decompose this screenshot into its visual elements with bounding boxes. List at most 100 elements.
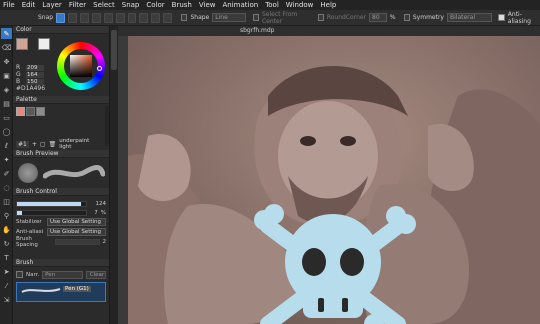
eraser-tool-icon[interactable]: ⌫ [1, 42, 12, 53]
canvas-tab-title[interactable]: sbgrfh.mdp [240, 27, 275, 34]
eyedropper-tool-icon[interactable]: ⁄ [1, 280, 12, 291]
color-panel: R 209 G 164 B 150 #D1A496 [13, 34, 109, 96]
hand-tool-icon[interactable]: ✋ [1, 224, 12, 235]
menu-snap[interactable]: Snap [122, 1, 140, 9]
bucket-tool-icon[interactable]: ◈ [1, 84, 12, 95]
brush-panel-title: Brush [13, 259, 109, 267]
brush-panel: Narr. Pen Clear Pen (G1) [13, 267, 109, 307]
fill-tool-icon[interactable]: ▣ [1, 70, 12, 81]
snap-cross-button[interactable] [79, 12, 89, 23]
snap-settings-button[interactable] [151, 12, 161, 23]
brush-spacing-value[interactable]: 2 [103, 239, 107, 245]
snap-circle-button[interactable] [115, 12, 125, 23]
foreground-color-swatch[interactable] [16, 38, 28, 50]
operation-tool-icon[interactable]: ➤ [1, 266, 12, 277]
rotate-tool-icon[interactable]: ↻ [1, 238, 12, 249]
snap-grid-button[interactable] [139, 12, 149, 23]
select-from-center-checkbox[interactable] [252, 14, 259, 21]
snap-extra-button[interactable] [163, 12, 173, 23]
canvas-artwork[interactable] [128, 36, 540, 324]
menu-select[interactable]: Select [93, 1, 115, 9]
palette-panel-title: Palette [13, 96, 109, 104]
left-panel-scrollbar[interactable] [110, 26, 118, 324]
menu-view[interactable]: View [199, 1, 216, 9]
round-corner-checkbox[interactable] [317, 14, 324, 21]
brush-clear-button[interactable]: Clear [86, 270, 106, 279]
palette-swatch[interactable] [36, 107, 45, 116]
menu-layer[interactable]: Layer [42, 1, 62, 9]
saturation-value-square[interactable] [70, 55, 92, 77]
color-wheel[interactable] [57, 42, 105, 90]
menu-window[interactable]: Window [286, 1, 314, 9]
symmetry-select[interactable]: Bilateral [447, 13, 493, 22]
background-color-swatch[interactable] [38, 38, 50, 50]
antialiasing-checkbox[interactable] [498, 14, 505, 21]
brush-size-slider[interactable] [16, 200, 87, 207]
brush-preview-panel [13, 158, 109, 188]
brush-list-item[interactable]: Pen (G1) [16, 282, 106, 302]
select-from-center-label: Select From Center [261, 10, 298, 25]
magic-wand-tool-icon[interactable]: ✦ [1, 154, 12, 165]
symmetry-checkbox[interactable] [403, 14, 410, 21]
narrow-checkbox[interactable] [16, 271, 23, 278]
snap-label: Snap [38, 14, 54, 21]
brush-tool-icon[interactable]: ✎ [1, 28, 12, 39]
b-input[interactable]: 150 [26, 78, 44, 85]
zoom-tool-icon[interactable]: ⚲ [1, 210, 12, 221]
narrow-label: Narr. [26, 271, 40, 278]
g-input[interactable]: 164 [26, 71, 44, 78]
snap-curve-button[interactable] [127, 12, 137, 23]
select-pen-tool-icon[interactable]: ✐ [1, 168, 12, 179]
brush-opacity-slider[interactable] [16, 209, 87, 216]
brush-opacity-value[interactable]: 7 [90, 210, 98, 216]
brush-tip-preview [18, 163, 38, 183]
brush-opacity-unit: % [100, 209, 106, 216]
palette-add-icon[interactable]: + [32, 141, 37, 148]
brush-preview-title: Brush Preview [13, 150, 109, 158]
brush-size-value[interactable]: 124 [90, 201, 107, 207]
g-label: G [16, 71, 21, 78]
snap-vanish-button[interactable] [91, 12, 101, 23]
shape-select[interactable]: Line [212, 13, 246, 22]
snap-parallel-button[interactable] [68, 12, 77, 23]
select-eraser-tool-icon[interactable]: ◌ [1, 182, 12, 193]
move-tool-icon[interactable]: ✥ [1, 56, 12, 67]
tool-column: ✎ ⌫ ✥ ▣ ◈ ▤ ▭ ◯ ℓ ✦ ✐ ◌ ◫ ⚲ ✋ ↻ T ➤ ⁄ ⇲ [0, 26, 13, 324]
antialias-select[interactable]: Use Global Setting [47, 228, 106, 236]
menu-color[interactable]: Color [146, 1, 164, 9]
palette-swatch[interactable] [26, 107, 35, 116]
snap-radial-button[interactable] [103, 12, 113, 23]
text-tool-icon[interactable]: T [1, 252, 12, 263]
scrollbar-thumb[interactable] [111, 30, 117, 70]
palette-swatch[interactable] [16, 107, 25, 116]
brush-stroke-preview [43, 165, 105, 179]
snap-off-button[interactable] [56, 12, 66, 23]
menu-filter[interactable]: Filter [69, 1, 86, 9]
divide-tool-icon[interactable]: ◫ [1, 196, 12, 207]
hex-value[interactable]: #D1A496 [16, 85, 45, 92]
shape-checkbox[interactable] [181, 14, 188, 21]
brush-spacing-slider[interactable] [55, 239, 100, 245]
menu-edit[interactable]: Edit [22, 1, 36, 9]
select-rect-tool-icon[interactable]: ▭ [1, 112, 12, 123]
brush-search-input[interactable]: Pen [42, 270, 83, 279]
gradient-tool-icon[interactable]: ▤ [1, 98, 12, 109]
menu-file[interactable]: File [3, 1, 15, 9]
layer-move-tool-icon[interactable]: ⇲ [1, 294, 12, 305]
canvas-area[interactable]: sbgrfh.mdp [118, 26, 540, 324]
palette-number-select[interactable]: #1 [16, 140, 29, 148]
menu-brush[interactable]: Brush [172, 1, 192, 9]
hue-marker[interactable] [97, 66, 102, 71]
menu-tool[interactable]: Tool [265, 1, 279, 9]
menu-animation[interactable]: Animation [223, 1, 259, 9]
brush-spacing-label: Brush Spacing [16, 236, 38, 248]
menu-help[interactable]: Help [320, 1, 336, 9]
palette-import-icon[interactable]: ▢ [40, 141, 46, 148]
palette-delete-icon[interactable]: 🗑 [49, 141, 57, 148]
r-input[interactable]: 209 [26, 64, 44, 71]
round-corner-input[interactable]: 80 [369, 13, 387, 22]
stabilizer-select[interactable]: Use Global Setting [47, 218, 106, 226]
select-ellipse-tool-icon[interactable]: ◯ [1, 126, 12, 137]
lasso-tool-icon[interactable]: ℓ [1, 140, 12, 151]
antialias-label: Anti-aliasi [16, 229, 44, 235]
